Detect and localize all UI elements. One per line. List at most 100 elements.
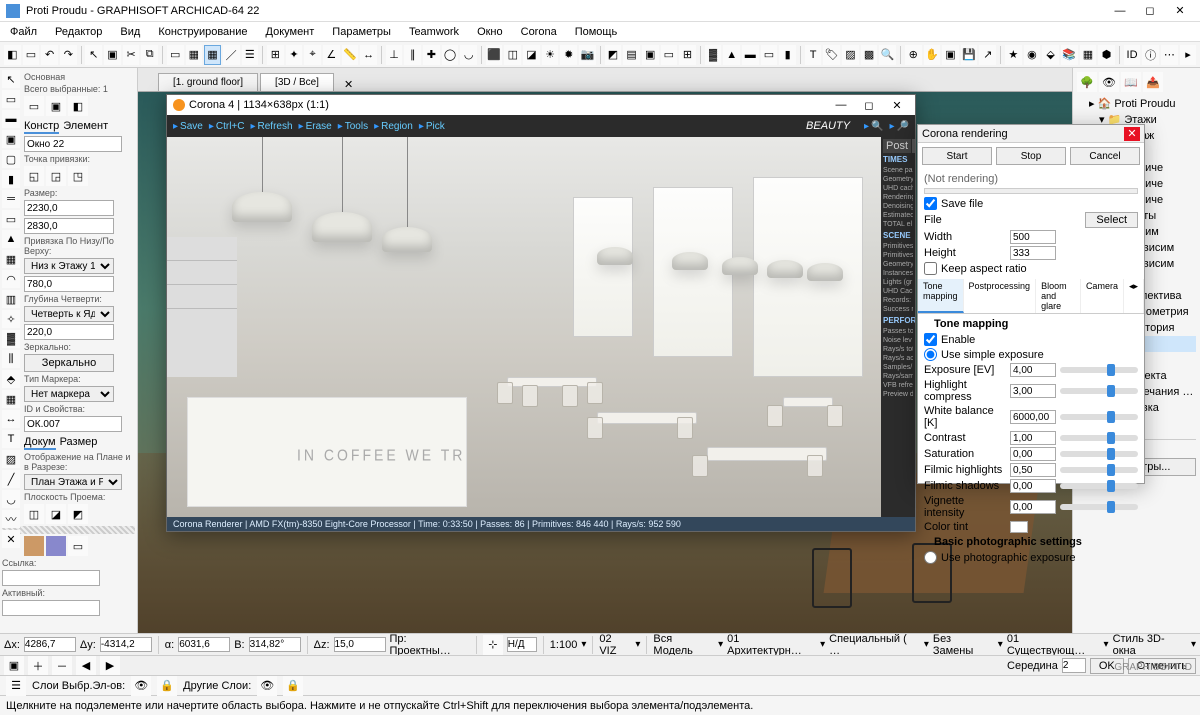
vfb-titlebar[interactable]: Corona 4 | 1134×638px (1:1) — ◻ ✕: [167, 95, 915, 115]
tab-element[interactable]: Элемент: [63, 120, 108, 134]
cr-close-icon[interactable]: ✕: [1124, 127, 1140, 141]
tb-camera-icon[interactable]: 📷: [579, 45, 596, 65]
tb-favorite-icon[interactable]: ★: [1005, 45, 1022, 65]
vfb-close-icon[interactable]: ✕: [885, 99, 909, 112]
tb-open-icon[interactable]: ▭: [23, 45, 40, 65]
vis2-icon[interactable]: 🔒: [157, 676, 177, 696]
cr-photo-radio[interactable]: [924, 551, 937, 564]
cr-sat-slider[interactable]: [1060, 451, 1138, 457]
tb-material-icon[interactable]: ◉: [1024, 45, 1041, 65]
tool-column-icon[interactable]: ▮: [2, 170, 20, 188]
menu-file[interactable]: Файл: [4, 24, 43, 40]
tab-dokum[interactable]: Докум: [24, 436, 56, 450]
menu-teamwork[interactable]: Teamwork: [403, 24, 465, 40]
vfb-min-icon[interactable]: —: [829, 99, 853, 112]
vis4-icon[interactable]: 🔒: [283, 676, 303, 696]
maximize-button[interactable]: ◻: [1136, 2, 1164, 20]
tb-plus-icon[interactable]: ✚: [423, 45, 440, 65]
cr-cancel-button[interactable]: Cancel: [1070, 147, 1140, 165]
nav-tree-icon[interactable]: 🌳: [1077, 72, 1097, 92]
tb-fit-icon[interactable]: ▣: [942, 45, 959, 65]
link-input[interactable]: [2, 570, 100, 586]
tb-slab-icon[interactable]: ▬: [742, 45, 759, 65]
tb-fill-icon[interactable]: ▨: [842, 45, 859, 65]
tb-label-icon[interactable]: 🏷: [823, 45, 840, 65]
tool-roof-icon[interactable]: ▲: [2, 230, 20, 248]
tb-redo-icon[interactable]: ↷: [60, 45, 77, 65]
cr-sat-input[interactable]: [1010, 447, 1056, 461]
nav-book-icon[interactable]: 📖: [1121, 72, 1141, 92]
width-input[interactable]: [24, 200, 114, 216]
cr-height-input[interactable]: [1010, 246, 1056, 260]
tb-light-icon[interactable]: ☀: [542, 45, 559, 65]
vfb-max-icon[interactable]: ◻: [857, 99, 881, 112]
vis3-icon[interactable]: 👁: [257, 676, 277, 696]
model-label[interactable]: Вся Модель: [653, 633, 714, 655]
tb-circle-icon[interactable]: ◯: [442, 45, 459, 65]
plane2-icon[interactable]: ◪: [46, 504, 66, 524]
tb-new-icon[interactable]: ◧: [4, 45, 21, 65]
nav-pub-icon[interactable]: 📤: [1143, 72, 1163, 92]
tb-copy-icon[interactable]: ⧉: [141, 45, 158, 65]
tool-wall-icon[interactable]: ▬: [2, 110, 20, 128]
tb-cursor-icon[interactable]: ↖: [85, 45, 102, 65]
vfb-pick-button[interactable]: Pick: [419, 121, 445, 132]
tb-sun-icon[interactable]: ✹: [560, 45, 577, 65]
sush-label[interactable]: 01 Существующ…: [1007, 633, 1100, 655]
cr-contrast-input[interactable]: [1010, 431, 1056, 445]
vfb-tools-button[interactable]: Tools: [338, 121, 368, 132]
menu-design[interactable]: Конструирование: [152, 24, 253, 40]
nd-input[interactable]: [507, 637, 537, 652]
tool-text-icon[interactable]: T: [2, 430, 20, 448]
tool-marquee-icon[interactable]: ▭: [2, 90, 20, 108]
tb-profile-icon[interactable]: ⬙: [1042, 45, 1059, 65]
tb-dim-icon[interactable]: ↔: [360, 45, 377, 65]
anchor2-icon[interactable]: ◲: [46, 166, 66, 186]
tool-window-icon[interactable]: ▣: [2, 130, 20, 148]
tool-arrow-icon[interactable]: ↖: [2, 70, 20, 88]
cr-exposure-input[interactable]: [1010, 363, 1056, 377]
arch-label[interactable]: 01 Архитектурн…: [727, 633, 816, 655]
cr-savefile-check[interactable]: [924, 197, 937, 210]
tool-morph-icon[interactable]: ✧: [2, 310, 20, 328]
cr-fs-slider[interactable]: [1060, 483, 1138, 489]
cr-vig-input[interactable]: [1010, 500, 1056, 514]
cr-tint-swatch[interactable]: [1010, 521, 1028, 533]
tb-mesh-icon[interactable]: ▦: [1080, 45, 1097, 65]
tb-group-icon[interactable]: ⊞: [267, 45, 284, 65]
tb-ortho-icon[interactable]: ⊥: [386, 45, 403, 65]
zamen-label[interactable]: Без Замены: [933, 633, 994, 655]
cr-titlebar[interactable]: Corona rendering ✕: [918, 125, 1144, 143]
cr-enable-check[interactable]: [924, 333, 937, 346]
nav-view-icon[interactable]: 👁: [1099, 72, 1119, 92]
tb-line-icon[interactable]: ／: [223, 45, 240, 65]
scale-label[interactable]: 1:100: [550, 639, 578, 651]
plane3-icon[interactable]: ◩: [68, 504, 88, 524]
zoom-in-icon[interactable]: ＋: [28, 656, 48, 676]
menu-view[interactable]: Вид: [114, 24, 146, 40]
tb-elev-icon[interactable]: ▤: [623, 45, 640, 65]
tb-parallel-icon[interactable]: ∥: [404, 45, 421, 65]
marker-select[interactable]: Нет маркера: [24, 386, 114, 402]
cr-tab-more-icon[interactable]: ◂▸: [1124, 279, 1144, 313]
tool-stair-icon[interactable]: ▓: [2, 330, 20, 348]
tb-sheet-icon[interactable]: ▭: [661, 45, 678, 65]
cr-tab-cam[interactable]: Camera: [1081, 279, 1124, 313]
tb-export-icon[interactable]: ↗: [979, 45, 996, 65]
cr-contrast-slider[interactable]: [1060, 435, 1138, 441]
cr-stop-button[interactable]: Stop: [996, 147, 1066, 165]
tb-grid-icon[interactable]: ▦: [186, 45, 203, 65]
cr-wb-slider[interactable]: [1060, 414, 1138, 420]
menu-edit[interactable]: Редактор: [49, 24, 108, 40]
cr-tab-bg[interactable]: Bloom and glare: [1036, 279, 1081, 313]
tb-rect-icon[interactable]: ▭: [167, 45, 184, 65]
cr-wb-input[interactable]: [1010, 410, 1056, 424]
plane1-icon[interactable]: ◫: [24, 504, 44, 524]
vfb-copy-button[interactable]: Ctrl+C: [209, 121, 245, 132]
tb-id-icon[interactable]: ID: [1124, 45, 1141, 65]
tb-more1-icon[interactable]: ⋯: [1161, 45, 1178, 65]
cr-width-input[interactable]: [1010, 230, 1056, 244]
tb-section-icon[interactable]: ◩: [605, 45, 622, 65]
tb-marquee-icon[interactable]: ▣: [104, 45, 121, 65]
menu-help[interactable]: Помощь: [569, 24, 624, 40]
